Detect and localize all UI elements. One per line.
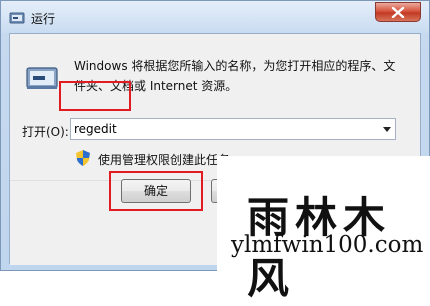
open-combobox[interactable] [70,118,396,140]
ok-highlight-box [109,171,203,211]
close-icon [391,7,405,18]
uac-shield-icon [76,150,90,166]
open-input[interactable] [74,121,374,137]
run-dialog: 运行 Windows 将根据您所输入的名称，为您打开相应的程序、文件夹、文档或 … [0,0,430,303]
input-highlight-box [59,81,131,111]
dropdown-arrow-icon[interactable] [383,127,391,132]
run-program-icon [24,60,60,96]
window-title: 运行 [31,12,56,26]
open-label: 打开(O): [22,125,69,139]
watermark: 雨林木风 ylmfwin100.com [217,156,430,303]
watermark-url: ylmfwin100.com [231,232,424,258]
close-button[interactable] [375,2,421,22]
title-bar[interactable]: 运行 [1,1,429,33]
run-app-icon [9,10,25,24]
